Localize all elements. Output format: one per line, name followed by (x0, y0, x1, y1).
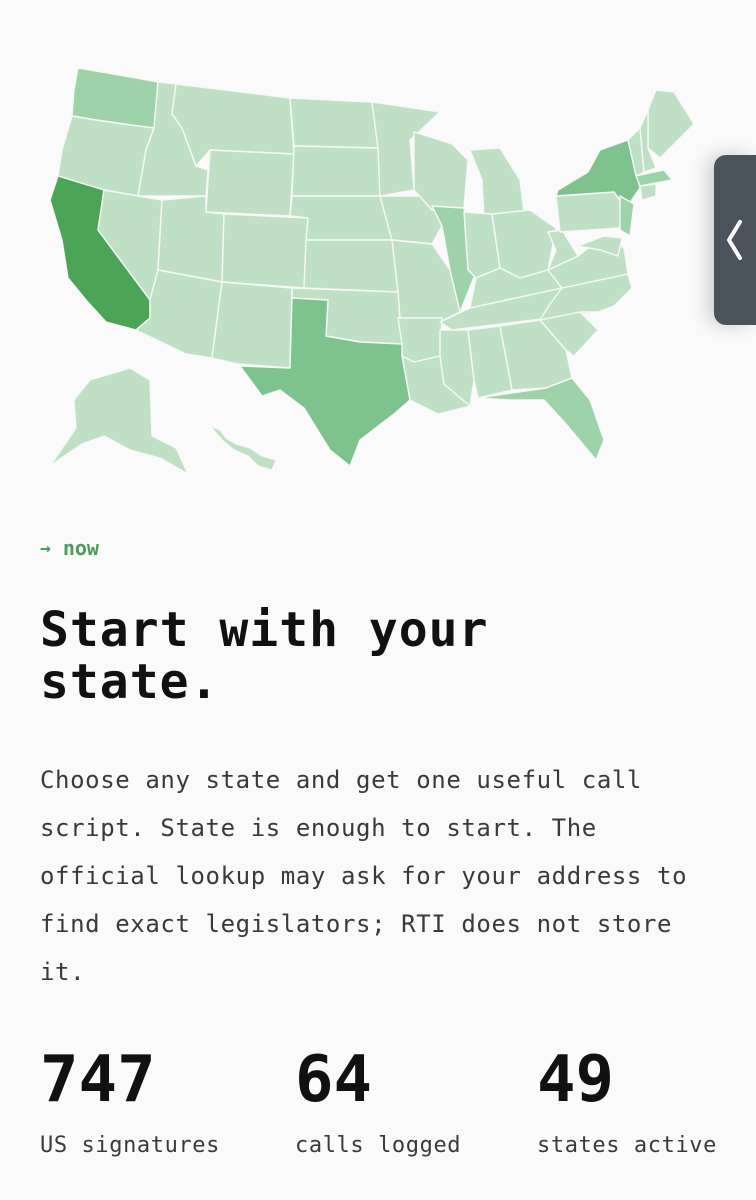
kicker-label: now (62, 536, 99, 560)
stat-label: calls logged (295, 1133, 462, 1158)
state-mi[interactable] (469, 147, 525, 217)
state-ar[interactable] (397, 317, 443, 363)
state-ct[interactable] (639, 183, 657, 201)
state-nm[interactable] (211, 281, 293, 369)
page-title: Start with your state. (40, 602, 489, 710)
stat-value: 49 (537, 1043, 615, 1117)
us-state-map (40, 60, 700, 480)
stat-signatures: 747 US signatures (40, 1042, 220, 1160)
stat-states: 49 states active (537, 1042, 717, 1160)
state-wy[interactable] (205, 149, 295, 217)
state-me[interactable] (647, 89, 695, 159)
state-pa[interactable] (555, 191, 627, 233)
state-ks[interactable] (303, 239, 399, 293)
state-co[interactable] (221, 213, 309, 289)
intro-text: Choose any state and get one useful call… (40, 766, 688, 986)
us-map-svg (49, 67, 695, 475)
state-sd[interactable] (291, 145, 381, 197)
arrow-right-icon: → (40, 537, 51, 559)
collapse-panel-tab[interactable] (714, 155, 756, 325)
stat-value: 64 (295, 1043, 373, 1117)
stat-label: states active (537, 1133, 717, 1158)
state-nd[interactable] (289, 97, 379, 149)
state-wi[interactable] (413, 131, 469, 211)
kicker: → now (40, 536, 99, 560)
chevron-left-icon (727, 220, 742, 260)
state-hi[interactable] (209, 425, 277, 471)
state-oh[interactable] (491, 209, 557, 279)
stat-label: US signatures (40, 1133, 220, 1158)
state-ak[interactable] (49, 367, 189, 475)
stat-calls: 64 calls logged (295, 1042, 461, 1160)
stat-value: 747 (40, 1043, 156, 1117)
state-nj[interactable] (619, 195, 635, 237)
